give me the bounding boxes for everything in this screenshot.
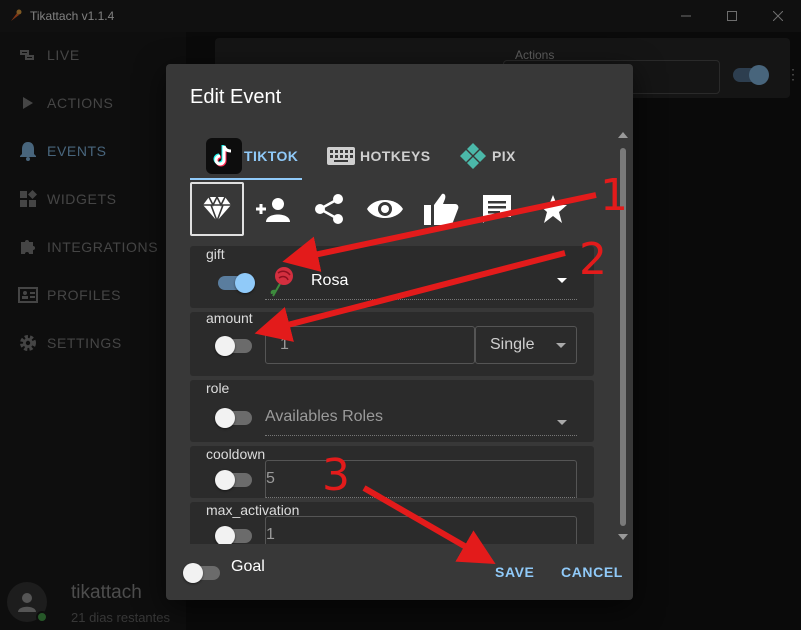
event-fields: gift Rosa amount 1 Single role Available… [190,244,594,544]
app-window: Tikattach v1.1.4 LIVE ACTIONS [0,0,801,630]
scroll-up-arrow-icon[interactable] [618,132,628,138]
gift-value: Rosa [311,271,349,289]
person-add-icon [256,198,290,222]
eye-icon [367,200,403,218]
tab-pix[interactable]: PIX [458,134,516,178]
like-type-button[interactable] [414,182,468,236]
amount-field-row: amount 1 Single [190,310,594,376]
annotation-number-2: 2 [579,234,607,285]
goal-toggle[interactable] [183,563,220,583]
event-type-selector [190,182,580,238]
chevron-down-icon [557,420,567,425]
gift-type-button[interactable] [190,182,244,236]
view-type-button[interactable] [358,182,412,236]
max-activation-field-row: max_activation 1 [190,502,594,544]
tab-label: HOTKEYS [360,148,431,164]
comment-type-button[interactable] [470,182,524,236]
chevron-down-icon [557,278,567,283]
source-tabs: TIKTOK HOTKEYS PIX [190,134,610,180]
scroll-down-arrow-icon[interactable] [618,534,628,540]
tab-label: PIX [492,148,516,164]
tab-hotkeys[interactable]: HOTKEYS [326,134,430,178]
annotation-number-1: 1 [600,170,628,221]
rose-icon [270,266,293,296]
cooldown-field-row: cooldown 5 [190,446,594,498]
save-button[interactable]: SAVE [495,564,535,580]
keyboard-icon [327,147,355,165]
role-enabled-toggle[interactable] [215,408,252,428]
tab-label: TIKTOK [244,148,299,164]
chat-icon [483,195,511,223]
role-select[interactable]: Availables Roles [265,398,577,436]
annotation-number-3: 3 [322,450,350,501]
share-type-button[interactable] [302,182,356,236]
gift-label: gift [206,246,225,262]
dialog-title: Edit Event [190,86,282,108]
role-label: role [206,380,230,396]
tab-tiktok[interactable]: TIKTOK [206,134,298,178]
amount-label: amount [206,310,253,326]
star-icon [539,195,567,223]
edit-event-dialog: Edit Event TIKTOK HOTKEYS PIX gift Rosa … [166,64,633,600]
cancel-button[interactable]: CANCEL [561,564,623,580]
thumbs-up-icon [424,193,459,225]
cooldown-enabled-toggle[interactable] [215,470,252,490]
cooldown-input[interactable]: 5 [265,460,577,498]
amount-mode-value: Single [490,336,535,353]
diamond-icon [203,196,231,222]
chevron-down-icon [556,343,566,348]
active-tab-indicator [190,178,302,180]
gift-enabled-toggle[interactable] [218,273,255,293]
share-icon [315,194,343,224]
amount-enabled-toggle[interactable] [215,336,252,356]
follow-type-button[interactable] [246,182,300,236]
gift-select[interactable]: Rosa [265,262,577,300]
role-field-row: role Availables Roles [190,380,594,442]
pix-icon [460,143,486,169]
cooldown-label: cooldown [206,446,266,462]
goal-label: Goal [231,558,265,575]
max-activation-enabled-toggle[interactable] [215,526,252,544]
tiktok-icon [206,138,242,174]
amount-mode-select[interactable]: Single [475,326,577,364]
subscribe-type-button[interactable] [526,182,580,236]
role-placeholder: Availables Roles [265,407,383,425]
max-activation-input[interactable]: 1 [265,516,577,544]
amount-input[interactable]: 1 [265,326,475,364]
gift-field-row: gift Rosa [190,246,594,308]
